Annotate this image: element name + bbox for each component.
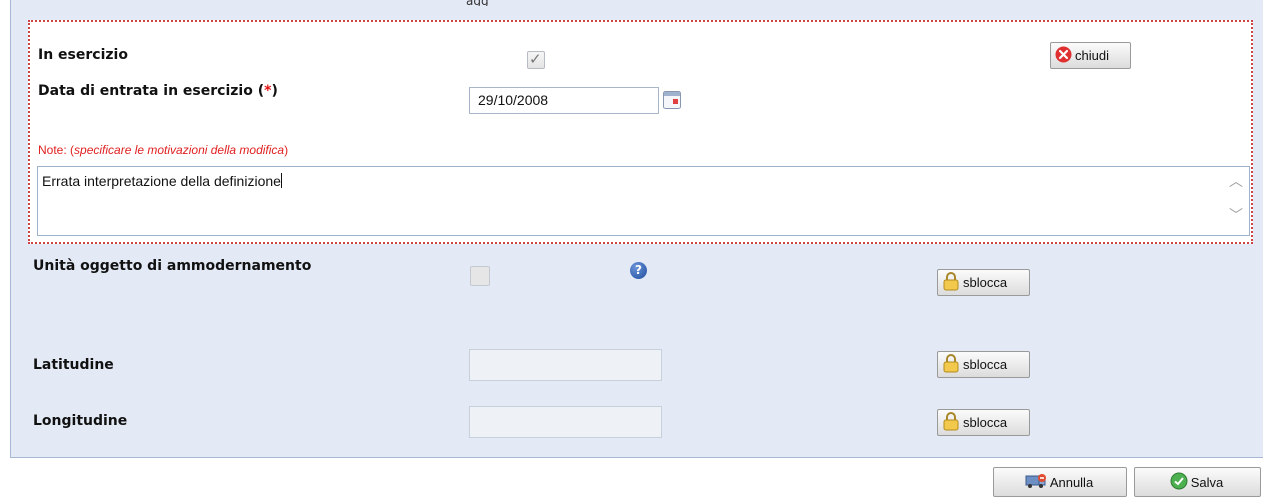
- sblocca-label: sblocca: [963, 357, 1008, 372]
- longitudine-label: Longitudine: [33, 413, 128, 429]
- help-icon[interactable]: ?: [630, 262, 647, 279]
- latitudine-label: Latitudine: [33, 357, 114, 373]
- clipped-text-fragment: agg: [466, 0, 496, 6]
- scroll-down-icon[interactable]: ﹀: [1229, 205, 1243, 225]
- check-circle-icon: [1170, 472, 1188, 493]
- note-label: Note: (specificare le motivazioni della …: [38, 143, 289, 157]
- longitudine-input[interactable]: [469, 406, 662, 438]
- data-entrata-label: Data di entrata in esercizio (*): [38, 83, 278, 99]
- in-esercizio-checkbox[interactable]: ✓: [527, 50, 545, 69]
- ammodernamento-label: Unità oggetto di ammodernamento: [33, 258, 312, 274]
- text-caret: [280, 173, 282, 188]
- checkmark-icon: ✓: [529, 50, 542, 68]
- sblocca-label: sblocca: [963, 275, 1008, 290]
- calendar-icon[interactable]: [662, 90, 682, 114]
- annulla-button[interactable]: Annulla: [993, 467, 1127, 497]
- latitudine-input[interactable]: [469, 349, 662, 381]
- scroll-up-icon[interactable]: ︿: [1229, 171, 1243, 191]
- lock-icon: [942, 353, 960, 376]
- annulla-label: Annulla: [1049, 474, 1094, 490]
- salva-label: Salva: [1190, 474, 1224, 490]
- close-icon: [1055, 46, 1072, 66]
- lock-icon: [942, 271, 960, 294]
- salva-button[interactable]: Salva: [1134, 467, 1261, 497]
- data-entrata-input[interactable]: 29/10/2008: [469, 87, 659, 114]
- lock-icon: [942, 411, 960, 434]
- cancel-truck-icon: [1025, 473, 1047, 492]
- in-esercizio-label: In esercizio: [38, 47, 128, 63]
- ammodernamento-checkbox[interactable]: [470, 266, 490, 286]
- chiudi-label: chiudi: [1075, 48, 1109, 63]
- sblocca-latitudine-button[interactable]: sblocca: [937, 351, 1030, 378]
- sblocca-longitudine-button[interactable]: sblocca: [937, 409, 1030, 436]
- chiudi-button[interactable]: chiudi: [1050, 42, 1131, 69]
- sblocca-label: sblocca: [963, 415, 1008, 430]
- sblocca-ammodernamento-button[interactable]: sblocca: [937, 269, 1030, 296]
- note-textarea[interactable]: Errata interpretazione della definizione…: [37, 166, 1250, 236]
